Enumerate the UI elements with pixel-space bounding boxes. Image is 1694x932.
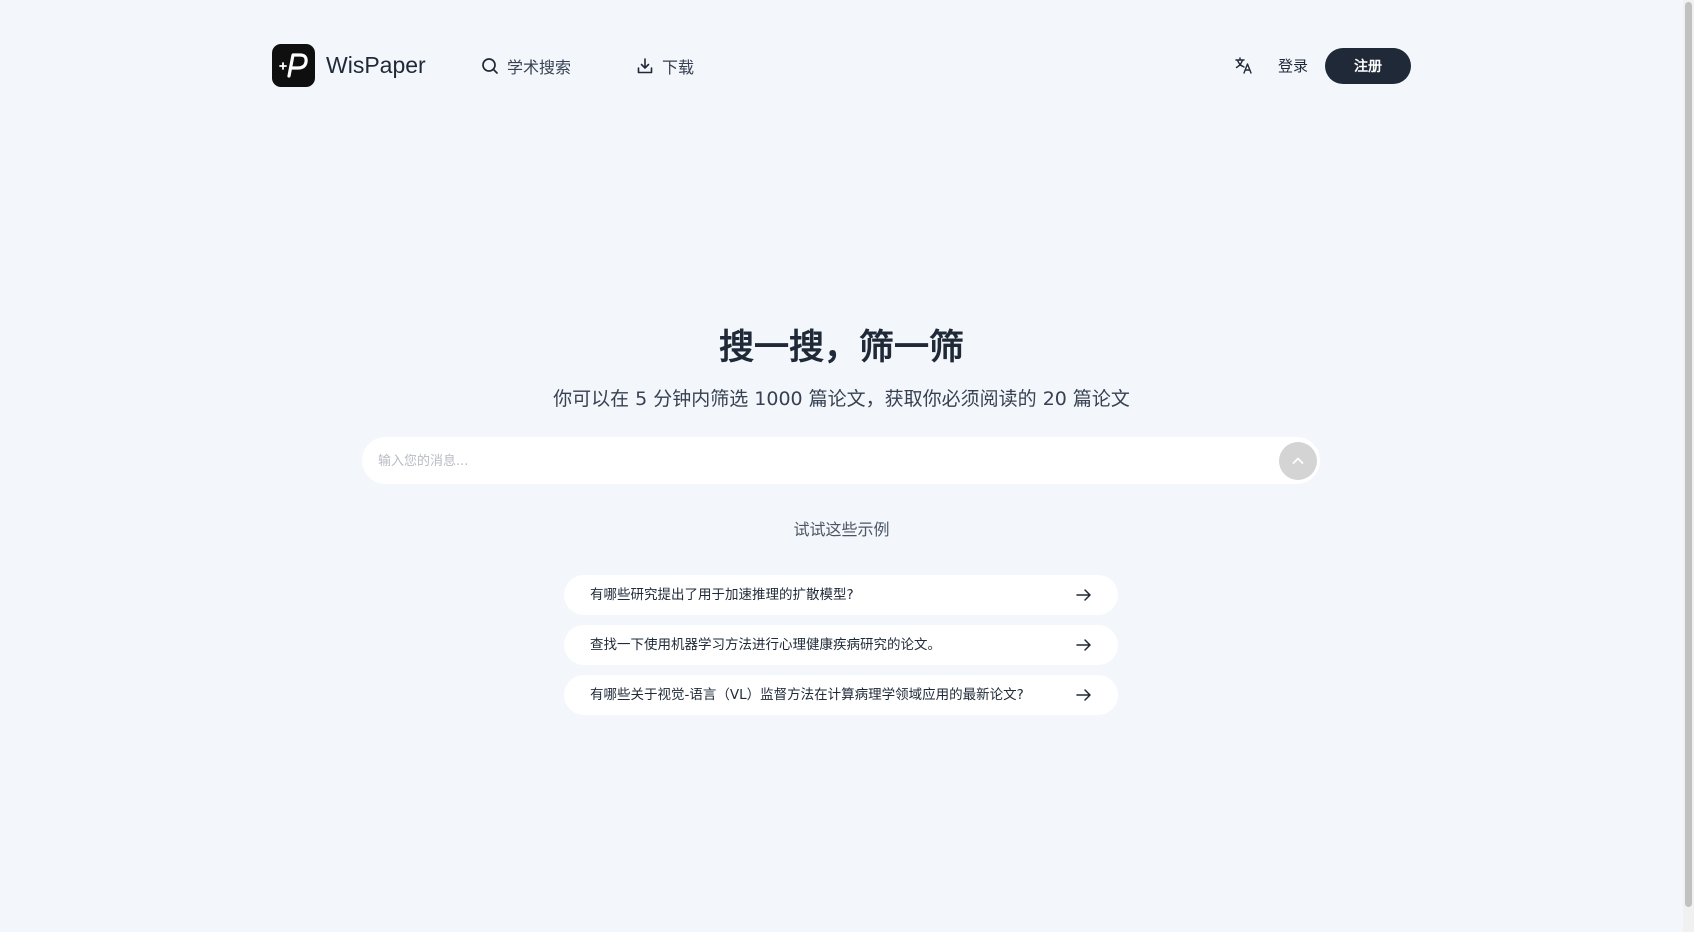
example-prompt-text: 有哪些研究提出了用于加速推理的扩散模型?: [590, 587, 854, 603]
top-header: WisPaper 学术搜索 下载 登录 注册: [0, 0, 1694, 130]
translate-icon[interactable]: [1234, 55, 1254, 75]
wispaper-logo[interactable]: [272, 44, 315, 87]
examples-heading: 试试这些示例: [793, 520, 890, 539]
arrow-right-icon: [1076, 689, 1091, 701]
example-prompt-text: 查找一下使用机器学习方法进行心理健康疾病研究的论文。: [590, 637, 941, 653]
nav-download[interactable]: 下载: [636, 51, 694, 81]
register-button[interactable]: 注册: [1325, 48, 1411, 84]
search-icon: [482, 58, 498, 74]
page-scrollbar[interactable]: [1683, 0, 1694, 932]
hero-subtitle: 你可以在 5 分钟内筛选 1000 篇论文，获取你必须阅读的 20 篇论文: [553, 388, 1130, 410]
message-input[interactable]: [376, 437, 1240, 486]
hero-title: 搜一搜，筛一筛: [718, 328, 964, 368]
example-prompt-2[interactable]: 查找一下使用机器学习方法进行心理健康疾病研究的论文。: [564, 625, 1118, 665]
nav-academic-search[interactable]: 学术搜索: [481, 51, 571, 81]
example-prompt-3[interactable]: 有哪些关于视觉-语言（VL）监督方法在计算病理学领域应用的最新论文?: [564, 675, 1118, 715]
arrow-right-icon: [1076, 639, 1091, 651]
message-search-box: [362, 437, 1320, 486]
example-prompt-1[interactable]: 有哪些研究提出了用于加速推理的扩散模型?: [564, 575, 1118, 615]
chevron-up-icon: [1292, 457, 1304, 464]
brand-name[interactable]: WisPaper: [326, 50, 426, 80]
example-prompt-text: 有哪些关于视觉-语言（VL）监督方法在计算病理学领域应用的最新论文?: [590, 687, 1024, 703]
arrow-right-icon: [1076, 589, 1091, 601]
send-button[interactable]: [1279, 442, 1317, 480]
nav-academic-search-label: 学术搜索: [507, 58, 572, 77]
download-icon: [637, 58, 653, 74]
nav-download-label: 下载: [662, 58, 695, 77]
login-button[interactable]: 登录: [1278, 55, 1308, 77]
scrollbar-thumb[interactable]: [1685, 2, 1692, 907]
